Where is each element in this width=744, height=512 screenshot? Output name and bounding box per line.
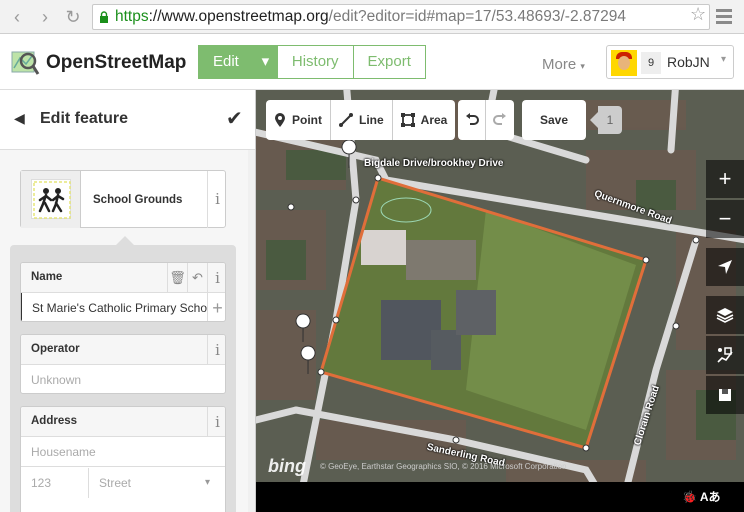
back-arrow-icon[interactable]: ◀ [14,110,25,127]
operator-field: Operator i Unknown [20,334,226,394]
zoom-out-icon[interactable]: − [706,200,744,238]
export-button[interactable]: Export [353,45,426,79]
chevron-down-icon: ▾ [205,477,211,488]
back-icon[interactable]: ‹ [6,6,28,28]
save-button[interactable]: Save [522,100,586,140]
username: RobJN [667,54,710,70]
name-field-label: Name [31,271,63,283]
sidebar-title: Edit feature [40,110,129,127]
geolocate-icon[interactable] [706,248,744,286]
map-controls: + − [706,160,744,416]
map-footer: 🐞 Aあ [256,482,744,512]
map-data-icon[interactable] [706,336,744,374]
area-icon [400,113,415,127]
housenumber-input[interactable]: 123 [21,468,89,498]
history-button[interactable]: History [277,45,354,79]
edit-button[interactable]: Edit [198,45,254,79]
preset-name: School Grounds [93,194,183,206]
layers-icon[interactable] [706,296,744,334]
undo-button[interactable] [458,100,486,140]
address-field-header: Address i [21,407,225,437]
add-point-button[interactable]: Point [266,100,331,140]
url-bar[interactable]: https://www.openstreetmap.org/edit?edito… [92,4,710,30]
help-icon[interactable] [706,376,744,414]
add-line-button[interactable]: Line [331,100,393,140]
imagery-attribution[interactable]: © GeoEye, Earthstar Geographics SIO, © 2… [320,462,567,471]
operator-input[interactable]: Unknown [21,365,225,393]
info-icon[interactable]: i [207,335,225,365]
redo-button[interactable] [486,100,514,140]
info-icon[interactable]: i [207,171,227,228]
undo-field-icon[interactable]: ↶ [187,263,207,293]
street-placeholder: Street [99,476,132,490]
avatar [611,50,637,76]
forward-icon[interactable]: › [34,6,56,28]
sidebar-scrollbar[interactable] [248,150,255,512]
chevron-down-icon: ▾ [721,54,727,65]
zoom-in-icon[interactable]: + [706,160,744,198]
close-check-icon[interactable]: ✔ [226,106,243,131]
reload-icon[interactable]: ↻ [62,6,84,28]
name-field: Name 🗑 ↶ i St Marie's Catholic Primary S… [20,262,226,322]
road-label: Bigdale Drive/brookhey Drive [364,158,504,169]
address-field-label: Address [31,415,78,427]
bing-logo[interactable]: bing [268,456,306,477]
url-scheme: https [115,8,149,25]
browser-menu-icon[interactable] [716,9,732,27]
school-children-icon [33,181,71,219]
draw-toolbar: Point Line Area [266,100,456,140]
street-input[interactable]: Street ▾ [89,468,225,498]
edit-dropdown-caret-icon[interactable]: ▾ [253,45,278,79]
edit-count-badge: 1 [590,106,622,134]
add-line-label: Line [359,113,384,127]
more-menu[interactable]: More ▾ [542,56,585,73]
preset-card[interactable]: School Grounds i [20,170,226,228]
lock-icon [100,11,108,23]
trash-icon[interactable]: 🗑 [167,263,187,293]
housename-input[interactable]: Housename [21,437,225,467]
url-path: /edit?editor=id#map=17/53.48693/-2.87294 [328,8,626,25]
operator-field-label: Operator [31,343,80,355]
add-area-button[interactable]: Area [392,100,456,140]
user-menu[interactable]: 9 RobJN ▾ [606,45,734,79]
site-header: OpenStreetMap Edit ▾ History Export More… [0,34,744,90]
add-point-label: Point [292,113,322,127]
redo-icon [493,113,506,125]
undo-icon [465,113,479,125]
info-icon[interactable]: i [207,407,225,437]
line-icon [339,113,353,127]
info-icon[interactable]: i [207,263,225,293]
editor-sidebar: ◀ Edit feature ✔ School Grounds i Name 🗑… [0,90,256,512]
preset-icon-box [21,171,81,228]
message-count-badge[interactable]: 9 [641,52,661,74]
brand-title[interactable]: OpenStreetMap [46,52,186,74]
more-label: More [542,56,577,73]
osm-logo-icon[interactable] [10,48,40,78]
sidebar-header: ◀ Edit feature ✔ [0,90,255,150]
url-host: ://www.openstreetmap.org [148,8,329,25]
add-localized-name-icon[interactable]: + [207,293,225,321]
map-canvas[interactable]: Bigdale Drive/brookhey Drive Quernmore R… [256,90,744,512]
header-tabs: Edit ▾ History Export [198,45,426,79]
aerial-imagery [256,90,744,512]
bookmark-star-icon[interactable]: ☆ [690,4,706,25]
name-field-header: Name 🗑 ↶ i [21,263,225,293]
bug-report-icon[interactable]: 🐞 Aあ [682,488,721,505]
preset-pointer [116,236,134,245]
name-input[interactable]: St Marie's Catholic Primary School [21,293,207,321]
language-icon[interactable]: Aあ [700,490,721,504]
add-area-label: Area [420,113,448,127]
browser-toolbar: ‹ › ↻ https://www.openstreetmap.org/edit… [0,0,744,34]
history-toolbar [458,100,514,140]
point-icon [275,113,285,127]
address-field: Address i Housename 123 Street ▾ [20,406,226,512]
operator-field-header: Operator i [21,335,225,365]
